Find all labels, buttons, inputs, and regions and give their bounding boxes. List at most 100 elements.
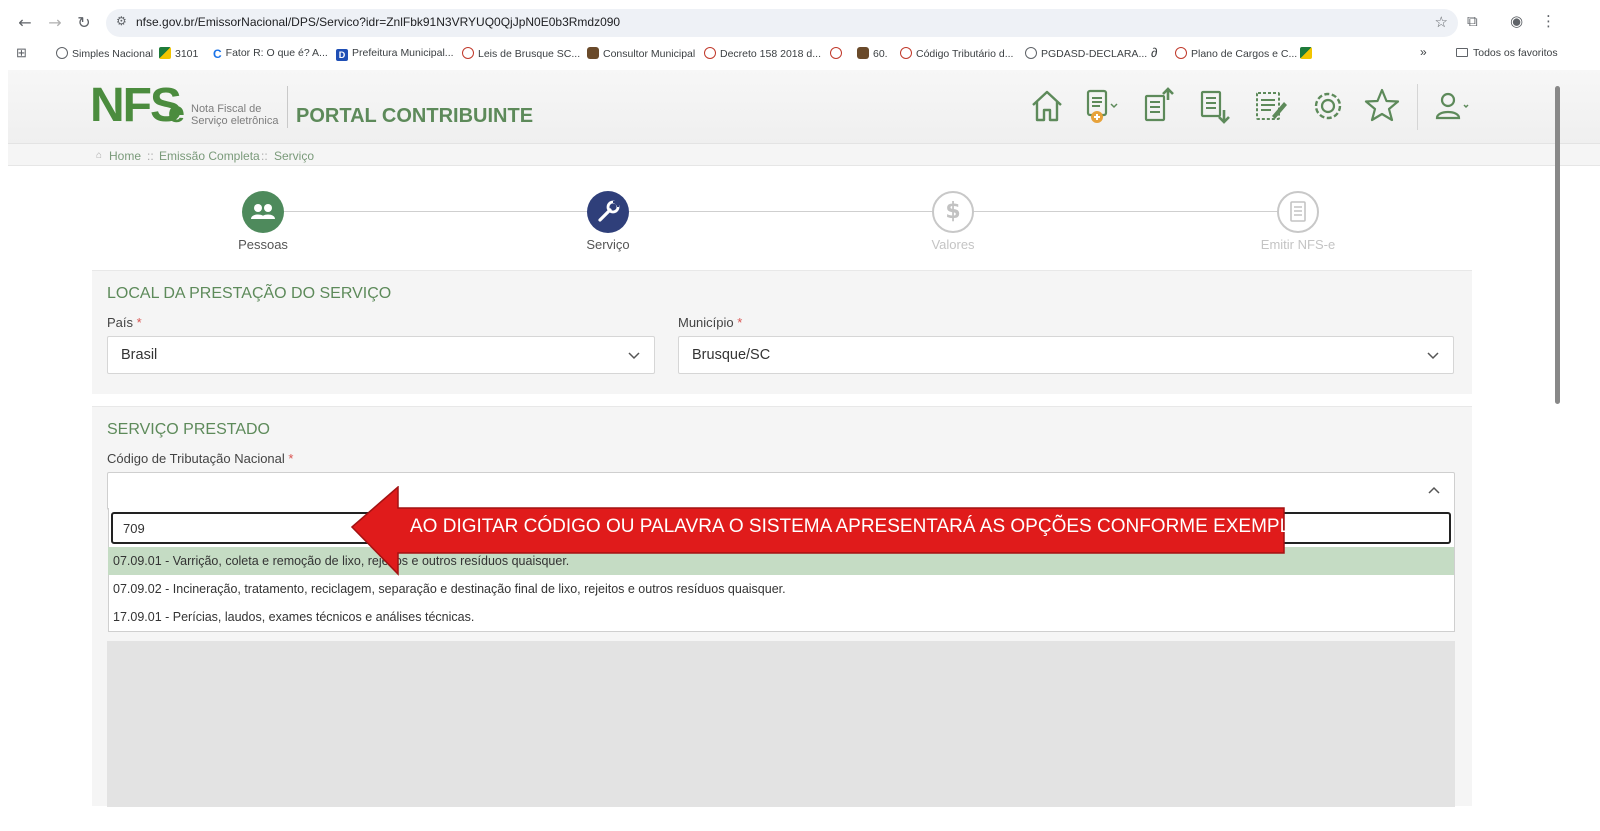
bookmark-item[interactable] <box>1300 47 1316 60</box>
bookmark-item[interactable]: D Prefeitura Municipal... <box>336 47 454 61</box>
page-scrollbar[interactable] <box>1555 86 1560 404</box>
municipio-value: Brusque/SC <box>692 347 771 363</box>
url-text[interactable]: nfse.gov.br/EmissorNacional/DPS/Servico?… <box>136 15 620 29</box>
step-emitir[interactable] <box>1277 191 1319 233</box>
extensions-icon[interactable]: ⧉ <box>1467 12 1478 30</box>
bookmark-item[interactable]: ∂ <box>1151 45 1157 60</box>
forward-icon[interactable]: → <box>44 12 66 34</box>
globe-icon <box>56 47 68 59</box>
flag-icon <box>1300 47 1312 59</box>
bookmark-item[interactable]: Consultor Municipal <box>587 47 695 60</box>
municipio-label-text: Município <box>678 315 734 330</box>
required-mark: * <box>288 451 294 466</box>
step-label-valores[interactable]: Valores <box>873 237 1033 252</box>
bookmark-item[interactable]: C Fator R: O que é? A... <box>213 47 328 61</box>
reload-icon[interactable]: ↻ <box>73 12 95 34</box>
bookmark-item[interactable]: Decreto 158 2018 d... <box>704 47 821 60</box>
codigo-tributacao-label: Código de Tributação Nacional * <box>107 451 293 466</box>
received-notes-icon[interactable] <box>1194 86 1234 126</box>
c-icon: C <box>213 47 222 61</box>
all-favorites[interactable]: Todos os favoritos <box>1456 47 1558 59</box>
chevron-down-icon <box>628 352 640 360</box>
step-pessoas[interactable] <box>242 191 284 233</box>
a-icon: ∂ <box>1151 45 1158 60</box>
logo-subtitle: Nota Fiscal de Serviço eletrônica <box>191 103 278 127</box>
dropdown-option[interactable]: 07.09.02 - Incineração, tratamento, reci… <box>108 575 1454 603</box>
logo-sub-line2: Serviço eletrônica <box>191 115 279 127</box>
globe-icon <box>1025 47 1037 59</box>
breadcrumb: ⌂ Home :: Emissão Completa :: Serviço <box>8 144 1600 166</box>
site-settings-icon[interactable]: ⚙ <box>116 14 127 28</box>
bookmarks-overflow[interactable]: » <box>1420 45 1427 59</box>
document-icon <box>1290 201 1306 222</box>
apps-icon[interactable]: ⊞ <box>16 45 27 61</box>
search-value: 709 <box>123 521 145 536</box>
step-label-servico[interactable]: Serviço <box>528 237 688 252</box>
bookmarks-bar: ⊞ Simples Nacional 3101 C Fator R: O que … <box>0 42 1600 66</box>
step-valores[interactable]: $ <box>932 191 974 233</box>
pais-label-text: País <box>107 315 134 330</box>
address-bar[interactable]: ⚙ nfse.gov.br/EmissorNacional/DPS/Servic… <box>106 9 1458 37</box>
menu-icon[interactable]: ⋮ <box>1541 12 1556 30</box>
bookmark-item[interactable]: PGDASD-DECLARA... <box>1025 47 1147 60</box>
progress-stepper: Pessoas Serviço $ Valores Emitir NFS-e <box>0 170 1600 260</box>
option-text: 07.09.02 - Incineração, tratamento, reci… <box>113 582 786 596</box>
edit-notes-icon[interactable] <box>1250 86 1290 126</box>
municipio-label: Município * <box>678 315 742 330</box>
breadcrumb-separator: :: <box>147 149 154 163</box>
home-icon[interactable] <box>1027 86 1067 126</box>
pais-value: Brasil <box>121 347 158 363</box>
content-placeholder <box>107 641 1455 807</box>
local-prestacao-panel: LOCAL DA PRESTAÇÃO DO SERVIÇO País * Bra… <box>92 270 1472 394</box>
dollar-icon: $ <box>945 199 961 224</box>
logo-e: e <box>168 96 185 129</box>
local-section-title: LOCAL DA PRESTAÇÃO DO SERVIÇO <box>107 285 392 302</box>
dropdown-option[interactable]: 17.09.01 - Perícias, laudos, exames técn… <box>108 603 1454 631</box>
portal-title: PORTAL CONTRIBUINTE <box>296 105 534 127</box>
bookmark-star-icon[interactable]: ☆ <box>1435 13 1448 31</box>
home-small-icon: ⌂ <box>96 150 103 161</box>
favorites-star-icon[interactable] <box>1362 86 1402 126</box>
profile-icon[interactable]: ◉ <box>1510 12 1523 30</box>
seal-icon <box>900 47 912 59</box>
bookmark-item[interactable]: 60. <box>857 47 888 60</box>
seal-icon <box>462 47 474 59</box>
people-icon <box>251 204 275 219</box>
person-icon <box>587 47 599 59</box>
bookmark-item[interactable]: Plano de Cargos e C... <box>1175 47 1297 60</box>
app-header: NFS e Nota Fiscal de Serviço eletrônica … <box>8 70 1600 144</box>
folder-icon <box>1456 48 1468 57</box>
logo-divider <box>287 86 288 128</box>
user-menu-icon[interactable] <box>1432 86 1472 126</box>
d-icon: D <box>336 49 348 61</box>
required-mark: * <box>737 315 743 330</box>
seal-icon <box>1175 47 1187 59</box>
stepper-line <box>263 211 1298 212</box>
seal-icon <box>704 47 716 59</box>
logo[interactable]: NFS <box>90 82 182 130</box>
breadcrumb-separator: :: <box>261 149 268 163</box>
breadcrumb-emissao[interactable]: Emissão Completa <box>159 149 260 163</box>
municipio-select[interactable]: Brusque/SC <box>678 336 1454 374</box>
logo-sub-line1: Nota Fiscal de <box>191 103 262 115</box>
step-servico[interactable] <box>587 191 629 233</box>
issued-notes-icon[interactable] <box>1138 86 1178 126</box>
bookmark-item[interactable]: Leis de Brusque SC... <box>462 47 580 60</box>
bookmark-item[interactable]: Código Tributário d... <box>900 47 1013 60</box>
bookmark-item[interactable]: 3101 <box>159 47 198 60</box>
person-icon <box>857 47 869 59</box>
breadcrumb-home[interactable]: Home <box>109 149 141 163</box>
new-nfse-icon[interactable] <box>1081 86 1121 126</box>
step-label-pessoas[interactable]: Pessoas <box>183 237 343 252</box>
servico-section-title: SERVIÇO PRESTADO <box>107 421 270 438</box>
bookmark-item[interactable] <box>830 47 846 60</box>
back-icon[interactable]: ← <box>14 12 36 34</box>
header-divider <box>1417 84 1418 130</box>
wrench-icon <box>598 200 620 222</box>
bookmark-item[interactable]: Simples Nacional <box>56 47 153 60</box>
pais-label: País * <box>107 315 142 330</box>
codigo-label-text: Código de Tributação Nacional <box>107 451 285 466</box>
settings-gear-icon[interactable] <box>1308 86 1348 126</box>
pais-select[interactable]: Brasil <box>107 336 655 374</box>
step-label-emitir[interactable]: Emitir NFS-e <box>1218 237 1378 252</box>
